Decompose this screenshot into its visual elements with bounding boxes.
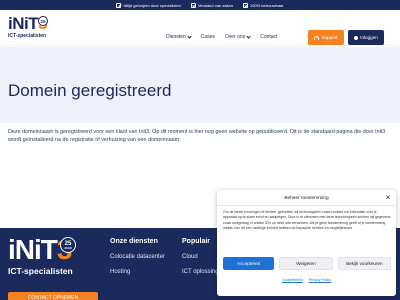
contact-cta-button[interactable]: CONTACT OPNEMEN — [8, 292, 98, 300]
usp-item: Verstand van zaken — [190, 2, 233, 8]
main-nav: Diensten Cases Over ons Contact — [166, 34, 277, 40]
cookie-consent-dialog: Beheer toestemming × Om de beste ervarin… — [217, 190, 396, 296]
anniversary-badge: 25 JAAR — [60, 237, 76, 253]
nav-label: Over ons — [224, 34, 246, 40]
nav-label: Diensten — [166, 34, 186, 40]
hero-banner: Domein geregistreerd — [0, 47, 400, 123]
cookie-button-row: Accepteren Weigeren Bekijk voorkeuren — [223, 257, 391, 270]
login-button[interactable]: Inloggen — [348, 30, 384, 45]
cookie-body-text: Om de beste ervaringen te bieden, gebrui… — [223, 210, 391, 231]
headset-icon — [314, 35, 320, 40]
footer-column-services: Onze diensten Colocatie datacenter Hosti… — [110, 238, 165, 284]
top-usp-bar: Altijd geholpen door specialisten Versta… — [0, 0, 400, 10]
support-button[interactable]: Support — [308, 30, 344, 45]
checkbox-icon — [116, 2, 122, 8]
nav-label: Contact — [260, 34, 278, 40]
support-label: Support — [321, 35, 338, 40]
logo[interactable]: iNiT3 25 ICT-specialisten — [8, 14, 54, 44]
footer-link[interactable]: Colocatie datacenter — [110, 254, 165, 260]
nav-item-contact[interactable]: Contact — [260, 34, 277, 40]
intro-paragraph: Deze domeinnaam is geregistreerd voor ee… — [8, 129, 386, 144]
view-preferences-button[interactable]: Bekijk voorkeuren — [337, 257, 391, 270]
chevron-down-icon — [187, 34, 192, 39]
cookie-policy-link[interactable]: Cookiebeleid — [282, 278, 303, 282]
footer-logo[interactable]: iNiT3 25 JAAR ICT-specialisten — [8, 236, 88, 284]
login-label: Inloggen — [360, 35, 378, 40]
nav-item-diensten[interactable]: Diensten — [166, 34, 192, 40]
usp-label: Verstand van zaken — [197, 2, 233, 8]
footer-logo-tagline: ICT-specialisten — [8, 266, 73, 276]
usp-label: 100% betrouwbaar — [249, 2, 284, 8]
cookie-links: Cookiebeleid Privacy Policy — [217, 278, 396, 282]
footer-link[interactable]: Cloud — [182, 254, 219, 260]
footer-heading: Populair — [182, 238, 211, 245]
checkbox-icon — [242, 2, 248, 8]
logo-tagline: ICT-specialisten — [8, 33, 47, 39]
checkbox-icon — [190, 2, 196, 8]
privacy-policy-link[interactable]: Privacy Policy — [309, 278, 331, 282]
footer-link[interactable]: Hosting — [110, 269, 165, 275]
nav-item-over-ons[interactable]: Over ons — [224, 34, 251, 40]
usp-label: Altijd geholpen door specialisten — [123, 2, 181, 8]
cookie-title: Beheer toestemming — [284, 196, 329, 201]
nav-label: Cases — [200, 34, 215, 40]
site-header: iNiT3 25 ICT-specialisten Diensten Cases… — [0, 10, 400, 46]
nav-item-cases[interactable]: Cases — [201, 34, 215, 40]
chevron-down-icon — [246, 34, 251, 39]
divider — [217, 205, 396, 206]
close-icon[interactable]: × — [384, 194, 392, 202]
footer-column-popular: Populair Cloud ICT oplossing — [182, 238, 219, 284]
usp-item: Altijd geholpen door specialisten — [116, 2, 181, 8]
anniversary-badge: 25 — [38, 16, 48, 26]
deny-button[interactable]: Weigeren — [279, 257, 333, 270]
footer-link[interactable]: ICT oplossing — [182, 269, 219, 275]
accept-button[interactable]: Accepteren — [223, 257, 275, 270]
page-title: Domein geregistreerd — [8, 81, 172, 100]
footer-heading: Onze diensten — [110, 238, 158, 245]
usp-item: 100% betrouwbaar — [242, 2, 284, 8]
user-icon — [354, 35, 359, 40]
